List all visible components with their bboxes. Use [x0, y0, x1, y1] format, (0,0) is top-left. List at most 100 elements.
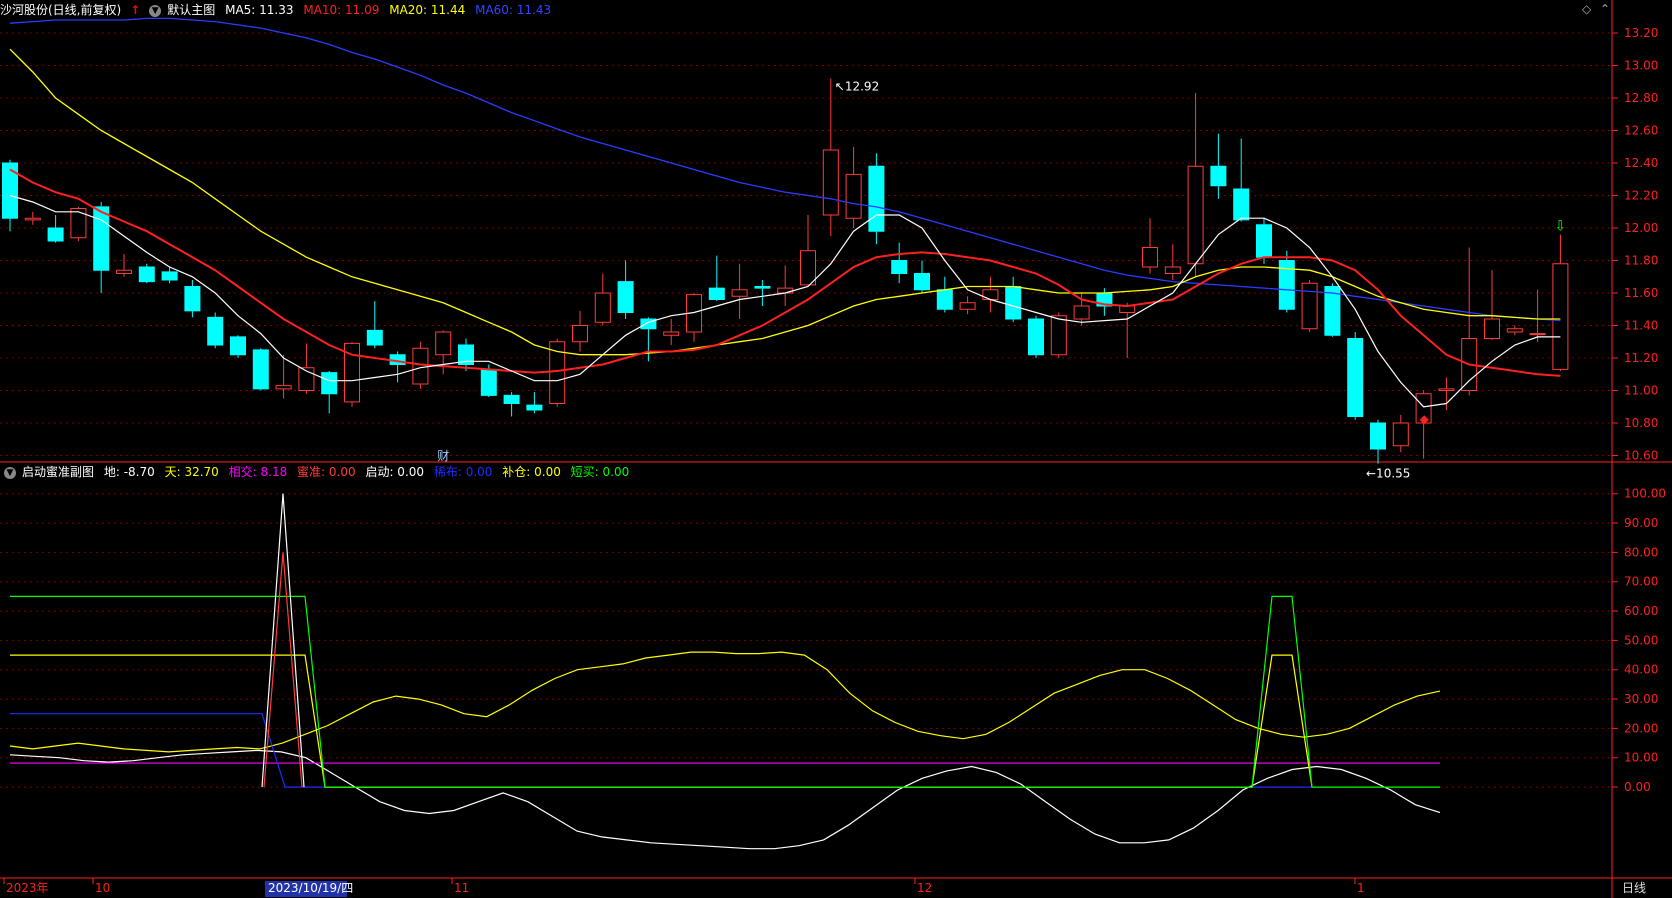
candle-body[interactable]	[1164, 266, 1181, 274]
y-tick-label: 11.40	[1624, 319, 1658, 333]
main-template-name[interactable]: 默认主图	[167, 3, 215, 17]
y-tick-label: 12.60	[1624, 124, 1658, 138]
y-tick-label: 11.80	[1624, 254, 1658, 268]
candle-body[interactable]	[321, 372, 338, 395]
y-tick-label: 10.00	[1624, 751, 1658, 765]
candle-body[interactable]	[868, 165, 885, 232]
stock-chart[interactable]: 13.20 13.00 12.80 12.60 12.40 12.20 12.00 11.80…	[0, 0, 1672, 898]
y-tick-label: 50.00	[1624, 633, 1658, 647]
xibu-line	[10, 713, 1312, 788]
candle-body[interactable]	[93, 206, 110, 271]
y-tick-label: 13.20	[1624, 26, 1658, 40]
candle-body[interactable]	[1005, 286, 1022, 320]
candle-body[interactable]	[1187, 165, 1204, 265]
candle-body[interactable]	[891, 260, 908, 274]
candle-body[interactable]	[1210, 165, 1227, 187]
ma20-value: MA20: 11.44	[389, 3, 466, 17]
period-label[interactable]: 日线	[1622, 881, 1646, 895]
candle-body[interactable]	[777, 287, 794, 294]
candle-body[interactable]	[435, 331, 452, 356]
up-arrow-icon: ↑	[130, 3, 141, 17]
y-tick-label: 20.00	[1624, 721, 1658, 735]
di-value: 地: -8.70	[103, 465, 155, 479]
sub-indicator-name[interactable]: 启动蜜准副图	[22, 465, 94, 479]
chevron-down-icon[interactable]: ▼	[4, 466, 16, 479]
y-tick-label: 11.00	[1624, 384, 1658, 398]
candle-body[interactable]	[959, 302, 976, 310]
stock-name[interactable]: 沙河股份(日线,前复权)	[0, 3, 121, 17]
candle-body[interactable]	[1028, 318, 1044, 356]
y-tick-label: 12.40	[1624, 156, 1658, 170]
candle-body[interactable]	[1484, 318, 1500, 339]
candle-body[interactable]	[1552, 263, 1569, 370]
xiangjiao-value: 相交: 8.18	[228, 465, 288, 479]
candle-body[interactable]	[800, 250, 816, 286]
candle-body[interactable]	[47, 227, 64, 242]
candle-body[interactable]	[1256, 224, 1272, 258]
candle-body[interactable]	[2, 162, 18, 219]
candle-body[interactable]	[116, 269, 132, 274]
candle-body[interactable]	[982, 289, 999, 300]
candle-body[interactable]	[617, 281, 634, 313]
financial-marker: 财	[437, 449, 449, 463]
candle-body[interactable]	[24, 217, 41, 221]
candle-body[interactable]	[366, 329, 383, 346]
y-tick-label: 13.00	[1624, 59, 1658, 73]
candle-body[interactable]	[184, 286, 201, 312]
candle-body[interactable]	[1142, 247, 1158, 268]
candle-body[interactable]	[708, 287, 725, 300]
candle-body[interactable]	[480, 368, 497, 396]
candle-body[interactable]	[1301, 282, 1318, 330]
candle-body[interactable]	[754, 286, 771, 289]
y-tick-label: 12.80	[1624, 91, 1658, 105]
chevron-down-icon[interactable]: ▼	[149, 4, 162, 17]
candle-body[interactable]	[914, 273, 930, 291]
y-tick-label: 11.20	[1624, 351, 1658, 365]
low-label: ←10.55	[1366, 467, 1410, 481]
qidong-value: 启动: 0.00	[365, 465, 425, 479]
sub-header: ▼ 启动蜜准副图 地: -8.70 天: 32.70 相交: 8.18 蜜准: 0…	[0, 462, 635, 482]
candle-body[interactable]	[207, 316, 224, 346]
candle-body[interactable]	[822, 149, 839, 216]
candle-body[interactable]	[1392, 422, 1409, 447]
mizhun-value: 蜜准: 0.00	[297, 465, 356, 479]
candle-body[interactable]	[503, 394, 520, 404]
candle-body[interactable]	[1506, 328, 1523, 333]
month-label: 10	[95, 881, 110, 895]
candle-body[interactable]	[138, 266, 155, 283]
y-tick-label: 30.00	[1624, 692, 1658, 706]
candle-body[interactable]	[161, 271, 178, 281]
y-tick-label: 12.20	[1624, 189, 1658, 203]
candle-body[interactable]	[936, 289, 953, 310]
candle-body[interactable]	[252, 349, 269, 390]
candle-body[interactable]	[1438, 388, 1455, 391]
di-line	[9, 749, 1441, 850]
candle-body[interactable]	[663, 331, 680, 336]
candle-body[interactable]	[1050, 315, 1067, 356]
xibu-value: 稀布: 0.00	[433, 465, 493, 479]
y-tick-label: 10.60	[1624, 449, 1658, 463]
high-label: ↖12.92	[835, 80, 879, 94]
down-arrow-icon: ⇩	[1554, 219, 1566, 235]
candle-body[interactable]	[1370, 422, 1386, 450]
duanmai-line	[10, 595, 1440, 788]
candle-body[interactable]	[412, 347, 429, 385]
candle-body[interactable]	[275, 385, 292, 390]
y-tick-label: 60.00	[1624, 604, 1658, 618]
candle-body[interactable]	[1073, 305, 1090, 320]
candle-body[interactable]	[572, 325, 588, 343]
candle-body[interactable]	[594, 292, 611, 323]
candle-body[interactable]	[70, 208, 87, 239]
candle-body[interactable]	[1347, 338, 1364, 417]
candle-body[interactable]	[230, 336, 246, 356]
candle-body[interactable]	[526, 404, 543, 411]
scroll-up-icon[interactable]: ⌃	[1600, 2, 1610, 16]
candle-body[interactable]	[1233, 188, 1250, 221]
diamond-icon[interactable]: ◇	[1582, 2, 1591, 16]
candle-body[interactable]	[731, 289, 748, 297]
candle-body[interactable]	[845, 173, 862, 219]
ma10-value: MA10: 11.09	[303, 3, 380, 17]
y-tick-label: 0.00	[1624, 780, 1651, 794]
main-header: 沙河股份(日线,前复权) ↑ ▼ 默认主图 MA5: 11.33 MA10: 11.0…	[0, 0, 557, 20]
candle-body[interactable]	[1529, 333, 1546, 336]
